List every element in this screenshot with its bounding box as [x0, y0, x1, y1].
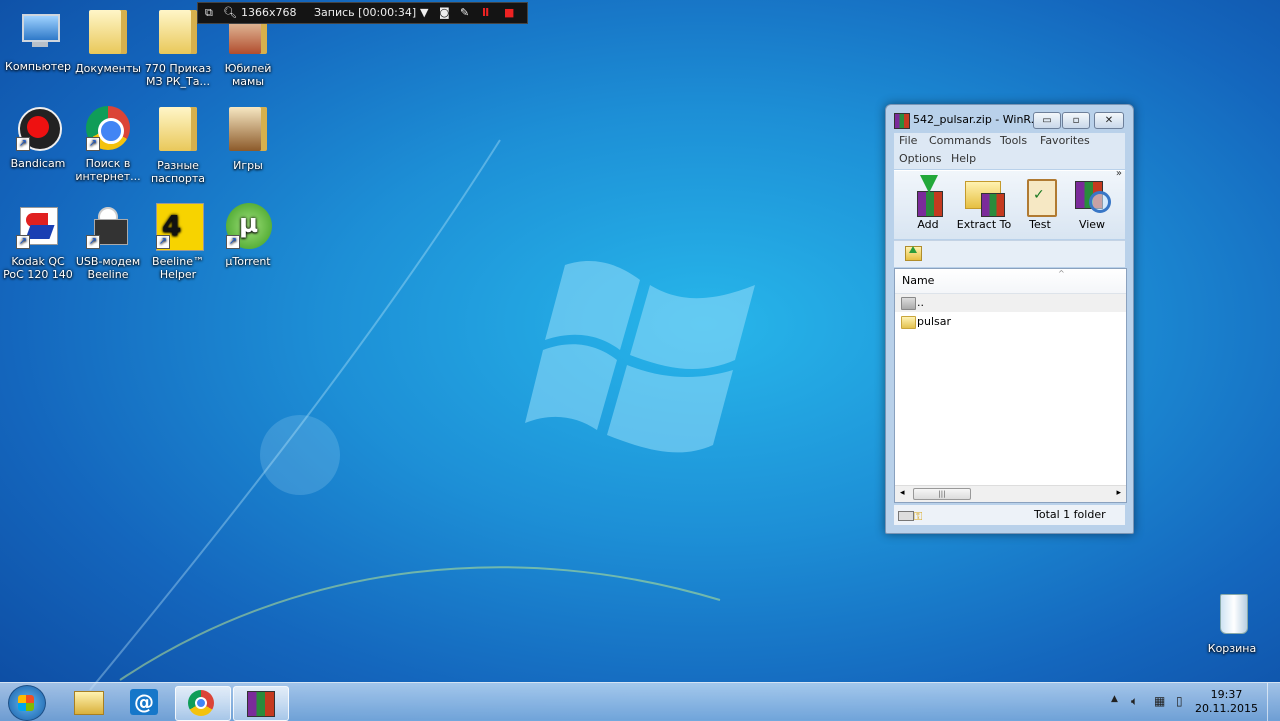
desktop-icon-bandicam[interactable]: ↗ Bandicam	[1, 105, 75, 170]
at-sign-icon: @	[130, 689, 158, 715]
menu-commands[interactable]: Commands	[929, 134, 991, 147]
window-mode-icon[interactable]: ⧉	[205, 3, 213, 23]
folder-up-icon	[901, 297, 916, 310]
up-folder-icon[interactable]	[905, 246, 922, 261]
clock[interactable]: 19:37 20.11.2015	[1195, 688, 1258, 716]
folder-icon	[154, 10, 202, 58]
add-archive-icon	[909, 175, 947, 217]
horizontal-scrollbar[interactable]: ◂ ||| ▸	[895, 485, 1126, 502]
bandicam-icon: ↗	[14, 105, 62, 153]
folder-icon	[84, 10, 132, 58]
desktop-icon-computer[interactable]: Компьютер	[1, 8, 75, 73]
clock-time: 19:37	[1210, 688, 1243, 701]
menu-tools[interactable]: Tools	[1000, 134, 1027, 147]
dropdown-arrow-icon[interactable]: ▼	[420, 3, 428, 23]
taskbar-winrar[interactable]	[233, 686, 289, 721]
zoom-icon[interactable]: 🔍︎	[223, 3, 237, 23]
stop-icon[interactable]: ■	[504, 3, 514, 23]
taskbar-chrome[interactable]	[175, 686, 231, 721]
clock-date: 20.11.2015	[1195, 702, 1258, 715]
desktop-icon-beeline-helper[interactable]: 4 ↗ Beeline™ Helper	[141, 203, 215, 281]
pencil-icon[interactable]: ✎	[460, 3, 469, 23]
desktop-icon-documents[interactable]: Документы	[71, 8, 145, 75]
extract-folder-icon	[965, 175, 1005, 217]
computer-icon	[14, 8, 62, 56]
windows-orb-icon	[18, 695, 34, 711]
pause-icon[interactable]: Ⅱ	[482, 3, 489, 23]
status-text: Total 1 folder	[1034, 508, 1106, 521]
power-icon[interactable]: ▯	[1176, 694, 1183, 708]
window-titlebar[interactable]: 542_pulsar.zip - WinR... ▭ ▫ ✕	[886, 105, 1133, 135]
shortcut-arrow-icon: ↗	[156, 235, 170, 249]
taskbar-explorer[interactable]	[62, 686, 116, 719]
add-button[interactable]: Add	[902, 175, 954, 231]
extract-to-button[interactable]: Extract To	[956, 175, 1012, 231]
volume-icon[interactable]: 🔈︎	[1131, 694, 1138, 709]
desktop-icon-games-folder[interactable]: Игры	[211, 105, 285, 172]
address-bar	[894, 240, 1125, 267]
network-icon[interactable]: ▦	[1154, 694, 1165, 708]
test-button[interactable]: ✓ Test	[1014, 175, 1066, 231]
chrome-icon: ↗	[84, 105, 132, 153]
list-item-parent[interactable]: ..	[895, 294, 1126, 312]
list-item-folder[interactable]: pulsar	[895, 313, 1126, 331]
kodak-icon: ↗	[14, 203, 62, 251]
shortcut-arrow-icon: ↗	[226, 235, 240, 249]
test-clipboard-icon: ✓	[1021, 175, 1059, 217]
winrar-icon	[247, 691, 275, 717]
winrar-window: 542_pulsar.zip - WinR... ▭ ▫ ✕ File Comm…	[885, 104, 1134, 534]
camera-icon[interactable]: ◙	[439, 3, 450, 23]
desktop-icon-recycle-bin[interactable]: Корзина	[1195, 590, 1269, 655]
folder-icon	[74, 691, 104, 715]
scroll-thumb[interactable]: |||	[913, 488, 971, 500]
shortcut-arrow-icon: ↗	[86, 137, 100, 151]
desktop-icon-passports-folder[interactable]: Разные паспорта	[141, 105, 215, 185]
scroll-left-icon[interactable]: ◂	[900, 486, 905, 501]
close-button[interactable]: ✕	[1094, 112, 1124, 129]
taskbar-mail[interactable]: @	[118, 686, 172, 719]
sort-arrow-icon: ^	[1058, 269, 1065, 278]
folder-icon	[224, 107, 272, 155]
menu-options[interactable]: Options	[899, 152, 941, 165]
shortcut-arrow-icon: ↗	[86, 235, 100, 249]
winrar-icon	[894, 113, 910, 129]
status-bar: ⚿ Total 1 folder	[894, 505, 1125, 525]
scroll-right-icon[interactable]: ▸	[1116, 486, 1121, 501]
modem-icon: ↗	[84, 203, 132, 251]
toolbar: » Add Extract To ✓ Test View	[894, 168, 1125, 239]
folder-icon	[154, 107, 202, 155]
drive-icon[interactable]	[898, 511, 914, 521]
desktop-icon-utorrent[interactable]: µ ↗ µTorrent	[211, 203, 285, 268]
shortcut-arrow-icon: ↗	[16, 235, 30, 249]
view-magnifier-icon	[1073, 175, 1111, 215]
view-button[interactable]: View	[1066, 175, 1118, 231]
taskbar: @ ▲ 🔈︎ ▦ ▯ 19:37 20.11.2015	[0, 682, 1280, 721]
beeline-helper-icon: 4 ↗	[154, 203, 204, 251]
window-title: 542_pulsar.zip - WinR...	[913, 113, 1042, 126]
desktop-icon-usb-modem[interactable]: ↗ USB-модем Beeline	[71, 203, 145, 281]
recycle-bin-icon	[1208, 590, 1256, 638]
bandicam-recording-bar: ⧉ 🔍︎ 1366x768 Запись [00:00:34] ▼ ◙ ✎ Ⅱ …	[197, 2, 528, 24]
desktop-icon-search-internet[interactable]: ↗ Поиск в интернет...	[71, 105, 145, 183]
menu-bar: File Commands Tools Favorites Options He…	[894, 133, 1125, 169]
shortcut-arrow-icon: ↗	[16, 137, 30, 151]
folder-icon	[901, 316, 916, 329]
menu-help[interactable]: Help	[951, 152, 976, 165]
utorrent-icon: µ ↗	[224, 203, 272, 251]
column-header-name[interactable]: Name ^	[895, 269, 1126, 294]
desktop-icon-kodak[interactable]: ↗ Kodak QC PoC 120 140	[1, 203, 75, 281]
chrome-icon	[188, 690, 214, 716]
key-icon[interactable]: ⚿	[914, 507, 922, 527]
show-desktop-button[interactable]	[1267, 683, 1280, 721]
file-list: Name ^ .. pulsar ◂ ||| ▸	[894, 268, 1127, 503]
recording-resolution: 1366x768	[241, 6, 297, 19]
start-button[interactable]	[8, 685, 46, 721]
minimize-button[interactable]: ▭	[1033, 112, 1061, 129]
menu-favorites[interactable]: Favorites	[1040, 134, 1090, 147]
recording-status: Запись [00:00:34]	[314, 6, 417, 19]
maximize-button[interactable]: ▫	[1062, 112, 1090, 129]
menu-file[interactable]: File	[899, 134, 917, 147]
show-hidden-icons-icon[interactable]: ▲	[1111, 694, 1118, 704]
